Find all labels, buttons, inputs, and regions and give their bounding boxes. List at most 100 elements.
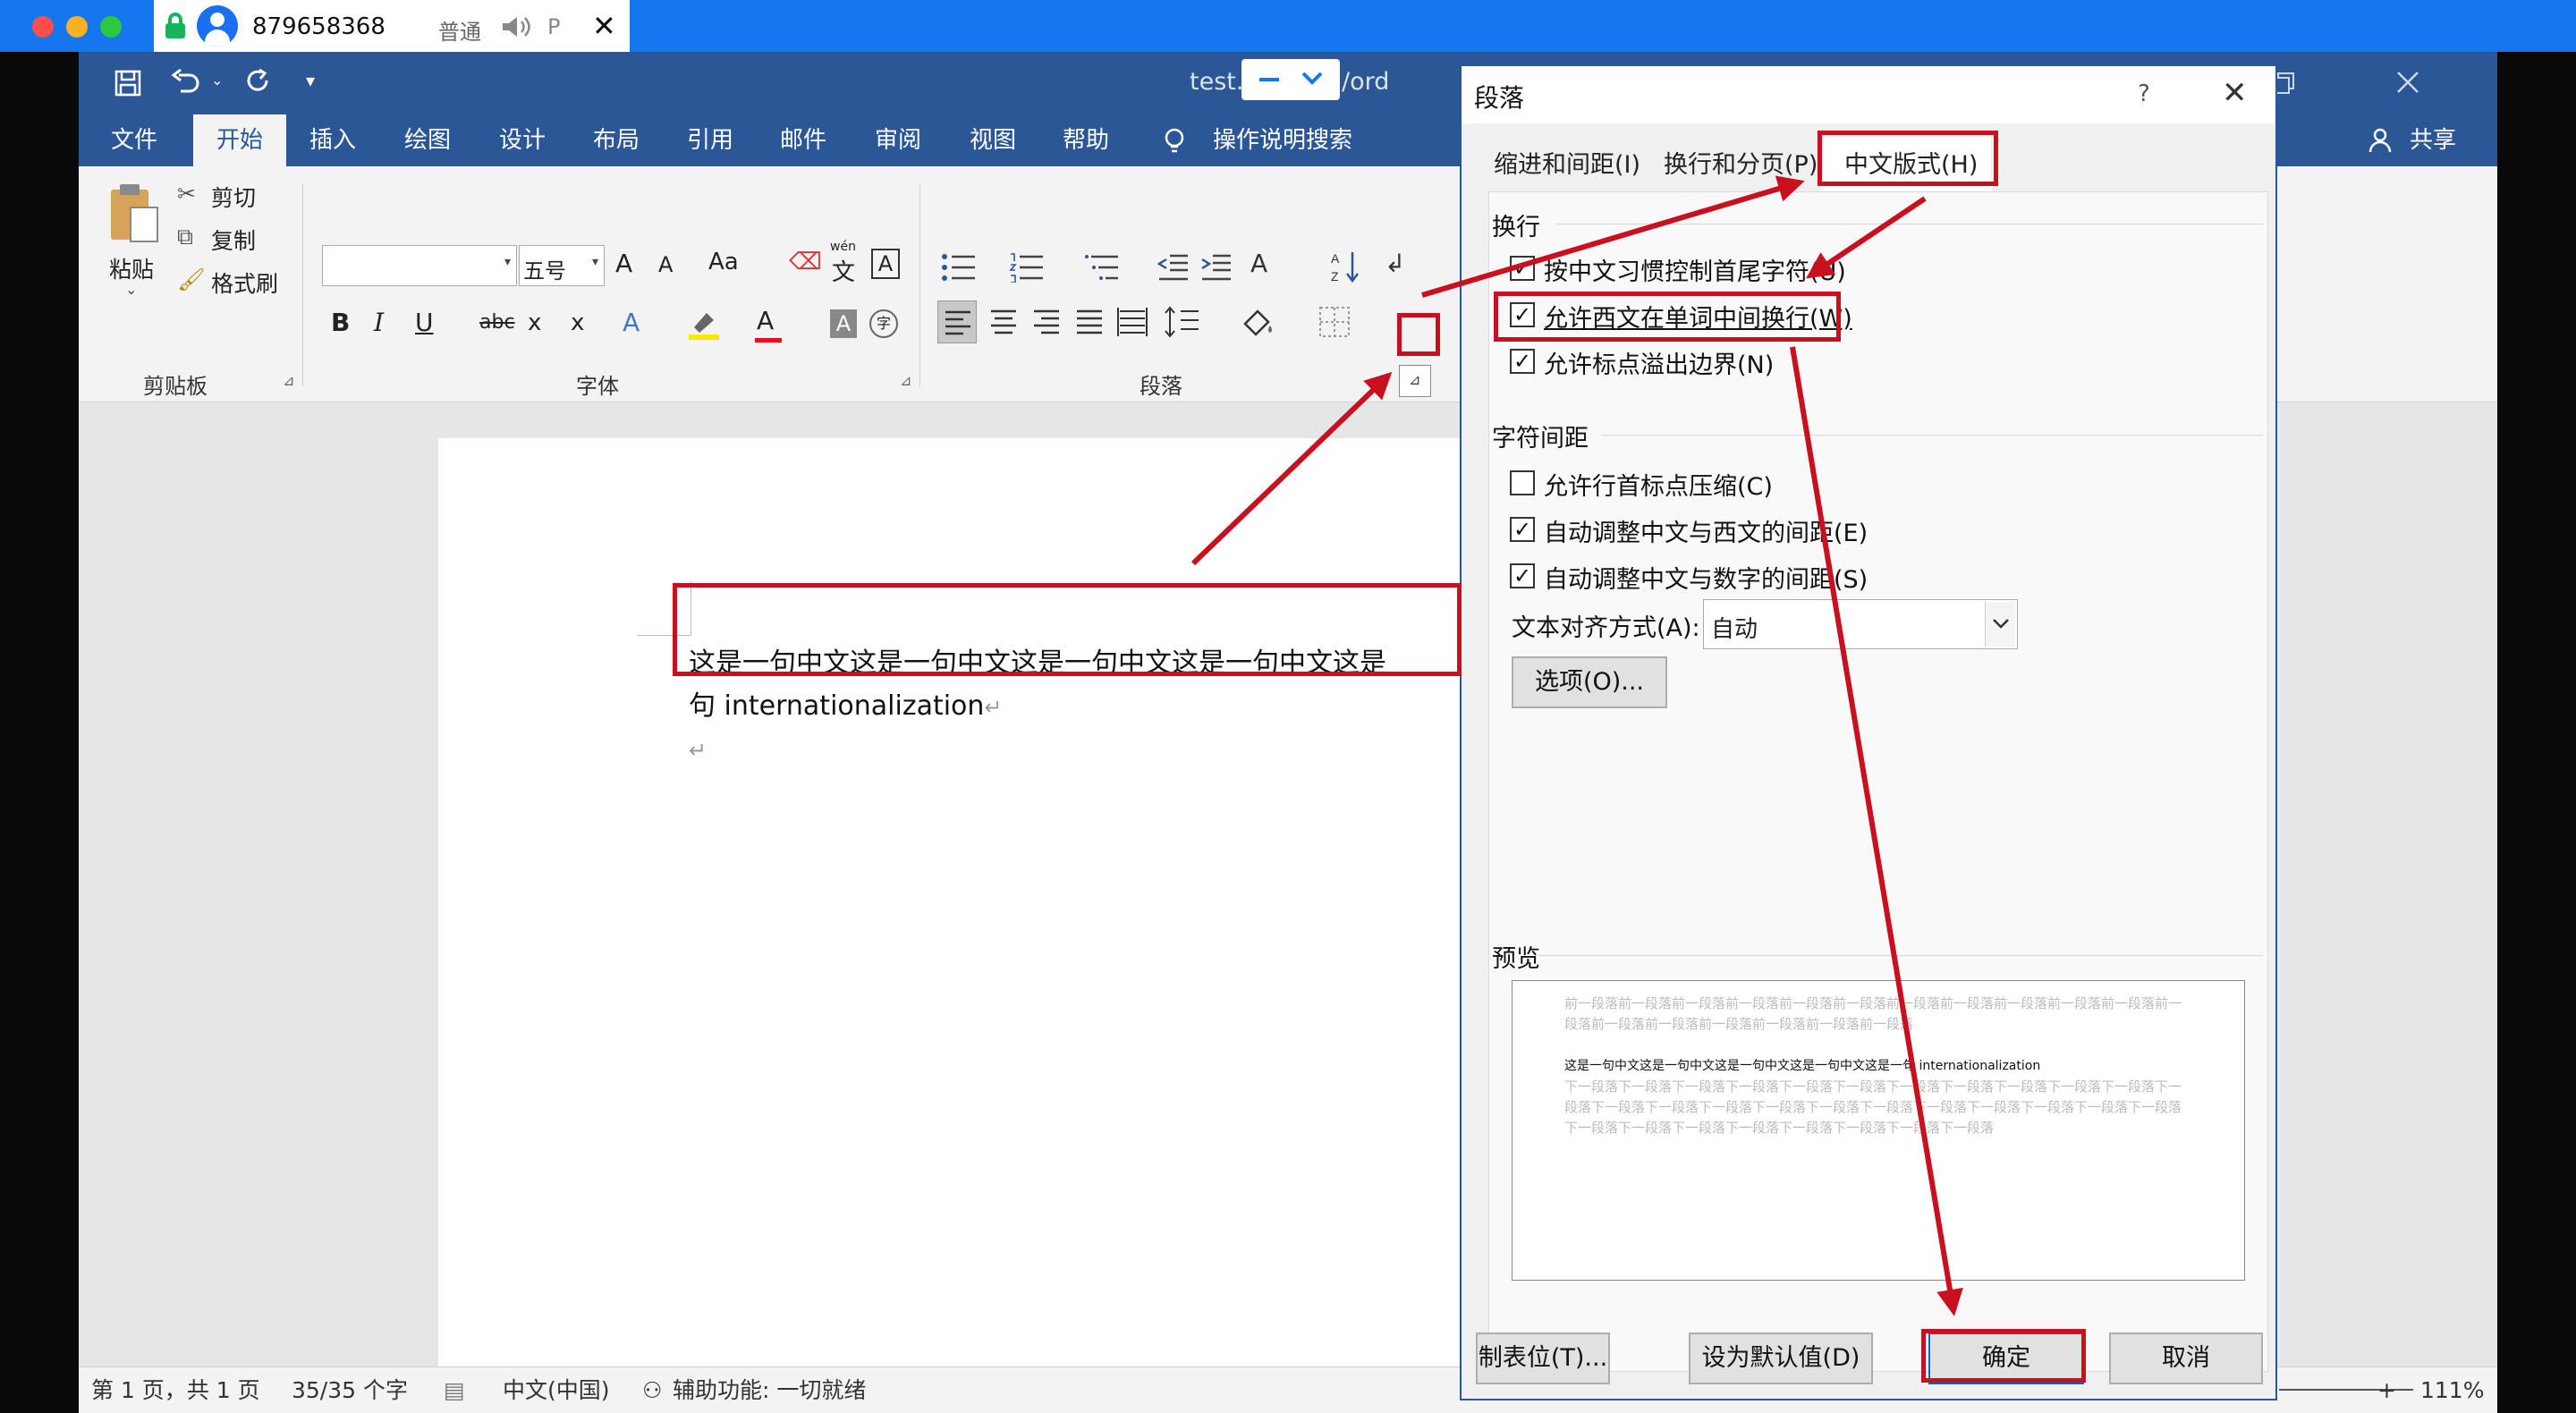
numbering-icon[interactable] <box>1009 252 1045 283</box>
label-auto-space-latin[interactable]: 自动调整中文与西文的间距(E) <box>1544 513 1868 548</box>
tab-view[interactable]: 视图 <box>970 114 1016 166</box>
char-border-icon[interactable]: A <box>871 249 900 279</box>
shrink-font-icon[interactable]: A <box>658 252 673 277</box>
phonetic-guide-icon[interactable]: 文 <box>832 254 855 287</box>
sort-icon[interactable]: A Z <box>1331 249 1360 284</box>
subscript-icon[interactable]: x <box>528 309 541 336</box>
label-auto-space-numbers[interactable]: 自动调整中文与数字的间距(S) <box>1544 560 1868 595</box>
undo-icon[interactable] <box>170 68 202 98</box>
checkbox-auto-space-numbers[interactable]: ✓ <box>1510 563 1535 588</box>
session-tab[interactable]: 879658368 普通 P ✕ <box>154 0 630 52</box>
share-button[interactable]: 共享 <box>2410 114 2456 166</box>
line-spacing-icon[interactable] <box>1163 300 1202 343</box>
font-color-icon[interactable]: A <box>757 306 774 335</box>
mac-maximize-button[interactable] <box>100 16 122 38</box>
checkbox-auto-space-latin[interactable]: ✓ <box>1510 517 1535 542</box>
strikethrough-icon[interactable]: abc <box>479 311 515 334</box>
font-size-dropdown-icon[interactable]: ▾ <box>592 255 598 269</box>
speaker-icon[interactable] <box>501 14 531 39</box>
tab-indents-spacing[interactable]: 缩进和间距(I) <box>1494 140 1640 191</box>
options-button[interactable]: 选项(O)... <box>1512 656 1667 708</box>
format-painter-button[interactable]: 格式刷 <box>211 267 278 299</box>
font-launcher-icon[interactable]: ⊿ <box>900 372 911 389</box>
select-arrow-button[interactable] <box>1985 602 2015 647</box>
mode-label[interactable]: P <box>547 14 560 39</box>
help-icon[interactable]: ? <box>2138 80 2150 107</box>
paragraph-launcher-button[interactable]: ⊿ <box>1399 365 1431 397</box>
label-compress-punctuation[interactable]: 允许行首标点压缩(C) <box>1544 467 1773 502</box>
mac-minimize-button[interactable] <box>66 16 88 38</box>
multilevel-list-icon[interactable] <box>1084 252 1120 283</box>
tell-me-search[interactable]: 操作说明搜索 <box>1213 114 1352 166</box>
grow-font-icon[interactable]: A <box>615 249 632 278</box>
paste-label[interactable]: 粘贴 <box>109 252 154 284</box>
redo-icon[interactable] <box>243 68 274 98</box>
shading-icon[interactable] <box>1238 300 1277 343</box>
label-control-first-last-chars[interactable]: 按中文习惯控制首尾字符(U) <box>1544 252 1846 287</box>
align-left-button[interactable] <box>937 300 977 343</box>
minimize-remote-icon[interactable] <box>1259 78 1279 81</box>
italic-icon[interactable]: I <box>374 308 384 337</box>
tab-file[interactable]: 文件 <box>111 114 157 166</box>
tab-references[interactable]: 引用 <box>687 114 733 166</box>
tab-insert[interactable]: 插入 <box>309 114 356 166</box>
close-session-icon[interactable]: ✕ <box>592 9 616 43</box>
change-case-icon[interactable]: Aa <box>708 249 739 275</box>
highlight-icon[interactable] <box>687 306 723 342</box>
language[interactable]: 中文(中国) <box>503 1367 610 1413</box>
align-center-icon[interactable] <box>984 300 1023 343</box>
tab-home[interactable]: 开始 <box>193 114 287 166</box>
superscript-icon[interactable]: x <box>571 309 584 336</box>
chevron-down-icon[interactable] <box>1301 70 1324 88</box>
font-name-dropdown-icon[interactable]: ▾ <box>504 255 511 269</box>
word-count[interactable]: 35/35 个字 <box>292 1367 408 1413</box>
undo-dropdown-icon[interactable]: ⌄ <box>211 72 223 89</box>
proofing-icon[interactable]: ▤ <box>444 1367 465 1413</box>
close-window-icon[interactable] <box>2395 70 2420 95</box>
asian-layout-icon[interactable]: A <box>1250 249 1267 278</box>
zoom-in-button[interactable]: + <box>2377 1367 2396 1413</box>
borders-icon[interactable] <box>1315 300 1354 343</box>
tab-design[interactable]: 设计 <box>499 114 546 166</box>
tab-review[interactable]: 审阅 <box>875 114 921 166</box>
tab-help[interactable]: 帮助 <box>1063 114 1109 166</box>
clipboard-launcher-icon[interactable]: ⊿ <box>283 372 294 389</box>
underline-icon[interactable]: U <box>415 308 434 337</box>
align-right-icon[interactable] <box>1027 300 1066 343</box>
paste-dropdown-icon[interactable]: ⌄ <box>125 281 137 298</box>
share-person-icon[interactable] <box>2368 127 2395 154</box>
tab-mailings[interactable]: 邮件 <box>780 114 826 166</box>
checkbox-hanging-punctuation[interactable]: ✓ <box>1510 349 1535 374</box>
zoom-level[interactable]: 111% <box>2420 1367 2484 1413</box>
quality-label[interactable]: 普通 <box>438 14 481 46</box>
checkbox-compress-punctuation[interactable] <box>1510 470 1535 495</box>
text-alignment-select[interactable]: 自动 <box>1703 599 2018 649</box>
clear-format-icon[interactable]: ⌫ <box>789 249 822 275</box>
tab-layout[interactable]: 布局 <box>593 114 640 166</box>
tabs-button[interactable]: 制表位(T)... <box>1476 1333 1610 1384</box>
mac-close-button[interactable] <box>32 16 54 38</box>
enclose-char-icon[interactable]: 字 <box>869 309 898 338</box>
increase-indent-icon[interactable] <box>1200 252 1233 283</box>
customize-qat-icon[interactable]: ▾ <box>306 70 315 91</box>
label-hanging-punctuation[interactable]: 允许标点溢出边界(N) <box>1544 345 1774 380</box>
bullets-icon[interactable] <box>941 252 977 283</box>
checkbox-control-first-last-chars[interactable]: ✓ <box>1510 256 1535 281</box>
justify-icon[interactable] <box>1070 300 1109 343</box>
page-count[interactable]: 第 1 页，共 1 页 <box>91 1367 260 1413</box>
copy-button[interactable]: 复制 <box>211 224 256 256</box>
char-shading-icon[interactable]: A <box>830 309 857 338</box>
paste-icon[interactable] <box>107 182 161 245</box>
accessibility-status[interactable]: 辅助功能: 一切就绪 <box>673 1367 866 1413</box>
remote-toolbar[interactable] <box>1241 59 1340 100</box>
distributed-icon[interactable] <box>1113 300 1152 343</box>
decrease-indent-icon[interactable] <box>1157 252 1190 283</box>
bold-icon[interactable]: B <box>331 308 350 337</box>
set-default-button[interactable]: 设为默认值(D) <box>1689 1333 1873 1384</box>
cancel-button[interactable]: 取消 <box>2109 1333 2263 1384</box>
font-size-box[interactable]: 五号 ▾ <box>519 245 605 286</box>
font-name-box[interactable]: ▾ <box>322 245 517 286</box>
text-effects-icon[interactable]: A <box>623 308 640 337</box>
cut-button[interactable]: 剪切 <box>211 181 256 213</box>
tab-draw[interactable]: 绘图 <box>404 114 451 166</box>
